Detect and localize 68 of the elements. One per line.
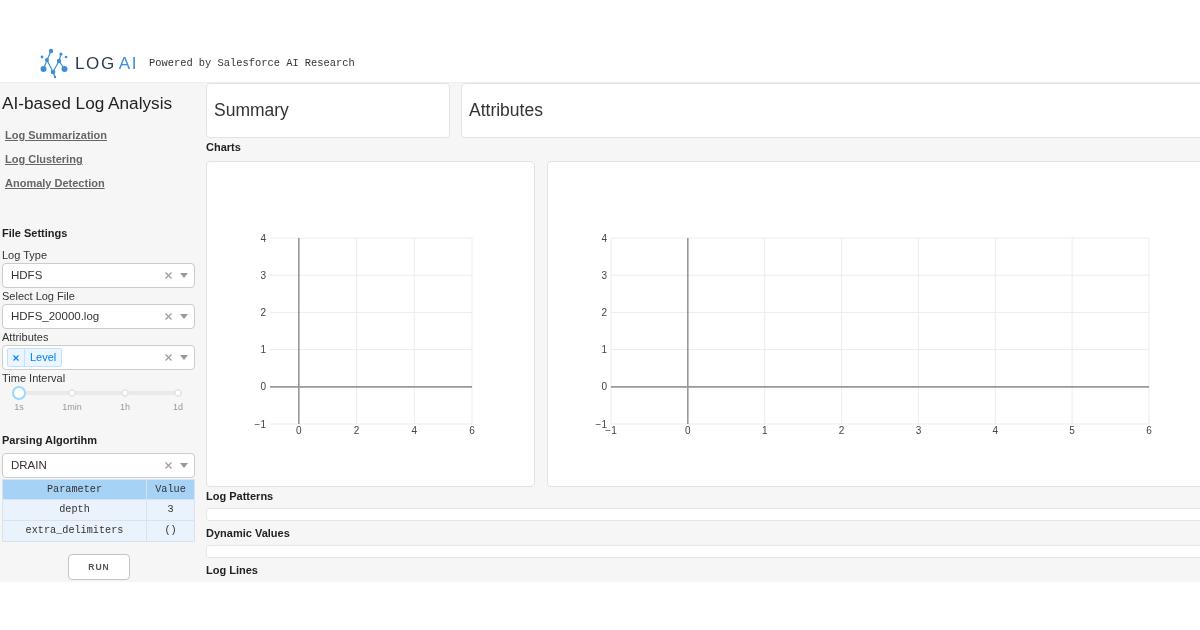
slider-handle[interactable] <box>12 386 26 400</box>
logo-text: LOG AI <box>75 52 138 75</box>
select-dropdown[interactable]: HDFS_20000.log <box>2 304 195 329</box>
field-label: Select Log File <box>2 289 75 304</box>
y-tick-label: 2 <box>260 306 266 318</box>
y-tick-label: 0 <box>260 381 266 393</box>
caret-icon <box>180 314 188 319</box>
nav-link[interactable]: Log Clustering <box>5 147 83 171</box>
field-label: Attributes <box>2 330 49 345</box>
run-button[interactable]: RUN <box>68 554 130 580</box>
network-logo-icon <box>40 48 68 79</box>
y-tick-label: 2 <box>601 306 607 318</box>
attribute-tag[interactable]: Level <box>7 348 63 367</box>
x-tick-label: 2 <box>838 425 845 436</box>
slider-mark-label: 1h <box>120 401 130 414</box>
y-tick-label: 0 <box>601 381 607 393</box>
x-tick-label: 3 <box>915 425 922 436</box>
slider-mark-label: 1d <box>173 401 183 414</box>
x-tick-label: 4 <box>411 425 418 436</box>
section-heading: Log Patterns <box>206 489 274 503</box>
clear-icon[interactable] <box>165 272 172 279</box>
slider-mark-label: 1min <box>62 401 82 414</box>
x-tick-label: 0 <box>296 425 302 436</box>
y-tick-label: −1 <box>595 418 607 430</box>
field-label: Time Interval <box>2 371 66 386</box>
table-cell: extra_delimiters <box>2 520 147 542</box>
slider-track[interactable] <box>26 389 182 397</box>
section-heading: Dynamic Values <box>206 526 290 540</box>
caret-icon <box>180 355 188 360</box>
multi-select-dropdown[interactable]: Level <box>2 345 195 370</box>
y-tick-label: 1 <box>260 344 266 356</box>
card-title: Summary <box>214 99 289 123</box>
clear-icon[interactable] <box>165 462 172 469</box>
caret-icon <box>180 273 188 278</box>
y-tick-label: 3 <box>260 269 266 281</box>
table-header-cell: Parameter <box>2 479 147 500</box>
clear-icon[interactable] <box>165 354 172 361</box>
remove-icon <box>13 354 19 361</box>
sidebar-title: AI-based Log Analysis <box>2 92 173 115</box>
section-heading: Log Lines <box>206 563 258 577</box>
table-cell: depth <box>2 499 147 521</box>
x-tick-label: 6 <box>1146 425 1152 436</box>
section-heading: Charts <box>206 140 241 154</box>
tagline-text: Powered by Salesforce AI Research <box>148 55 355 71</box>
section-heading: Parsing Algortihm <box>2 433 97 447</box>
card-title: Attributes <box>469 99 543 123</box>
section-heading: File Settings <box>2 226 68 240</box>
x-tick-label: 5 <box>1069 425 1075 436</box>
y-tick-label: 4 <box>260 232 266 244</box>
y-tick-label: 4 <box>601 232 607 244</box>
select-dropdown[interactable]: DRAIN <box>2 453 195 478</box>
slider-mark-label: 1s <box>14 401 24 414</box>
x-tick-label: 4 <box>992 425 999 436</box>
select-dropdown[interactable]: HDFS <box>2 263 195 288</box>
x-tick-label: 2 <box>353 425 360 436</box>
caret-icon <box>180 463 188 468</box>
x-tick-label: 1 <box>761 425 768 436</box>
table-header-cell: Value <box>146 479 195 500</box>
y-tick-label: −1 <box>254 418 266 430</box>
y-tick-label: 1 <box>601 344 607 356</box>
x-tick-label: 6 <box>469 425 475 436</box>
x-tick-label: −1 <box>605 425 617 436</box>
nav-link[interactable]: Log Summarization <box>5 123 108 147</box>
nav-link[interactable]: Anomaly Detection <box>5 171 105 195</box>
clear-icon[interactable] <box>165 313 172 320</box>
y-tick-label: 3 <box>601 269 607 281</box>
field-label: Log Type <box>2 248 48 263</box>
x-tick-label: 0 <box>685 425 691 436</box>
